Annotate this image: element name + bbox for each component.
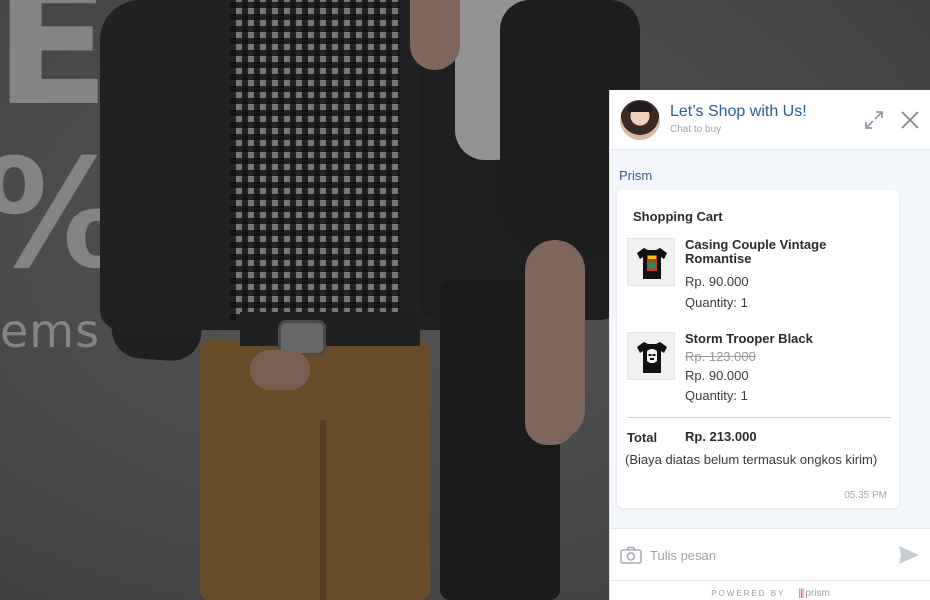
message-timestamp: 05.35 PM: [844, 490, 887, 501]
product-name: Casing Couple Vintage Romantise: [685, 237, 827, 266]
product-thumbnail: [627, 238, 675, 286]
product-price: Rp. 90.000: [685, 368, 749, 383]
message-sender: Prism: [619, 168, 653, 183]
product-thumbnail: [627, 332, 675, 380]
chat-header: Let’s Shop with Us! Chat to buy: [610, 90, 930, 150]
agent-avatar: [620, 100, 660, 140]
send-icon[interactable]: [898, 545, 920, 565]
total-value: Rp. 213.000: [685, 429, 757, 444]
prism-logo: ||| prism: [799, 588, 830, 599]
chat-title: Let’s Shop with Us!: [670, 103, 807, 120]
product-name: Storm Trooper Black: [685, 331, 813, 346]
cart-title: Shopping Cart: [633, 209, 723, 224]
message-composer: [610, 528, 930, 580]
total-label: Total: [627, 430, 658, 445]
prism-brand-name: prism: [805, 588, 830, 599]
shopping-cart-card: Shopping Cart Casing Couple Vintage Roma…: [617, 190, 899, 508]
camera-icon[interactable]: [620, 546, 642, 564]
prism-logo-bars-icon: |||: [798, 588, 805, 599]
shipping-note: (Biaya diatas belum termasuk ongkos kiri…: [625, 452, 878, 467]
product-quantity: Quantity: 1: [685, 388, 748, 403]
tshirt-graphic-icon: [637, 248, 667, 279]
product-quantity: Quantity: 1: [685, 295, 748, 310]
product-price: Rp. 90.000: [685, 274, 749, 289]
tshirt-stormtrooper-icon: [637, 342, 667, 373]
chat-widget: Let’s Shop with Us! Chat to buy Prism Sh…: [609, 90, 930, 600]
powered-by-label: POWERED BY: [711, 589, 786, 598]
close-icon[interactable]: [898, 108, 922, 132]
cart-divider: [627, 417, 891, 418]
expand-icon[interactable]: [862, 108, 886, 132]
chat-subtitle: Chat to buy: [670, 124, 722, 135]
message-input[interactable]: [650, 543, 880, 567]
powered-by-footer[interactable]: POWERED BY ||| prism: [610, 580, 930, 600]
product-original-price: Rp. 123.000: [685, 349, 756, 364]
